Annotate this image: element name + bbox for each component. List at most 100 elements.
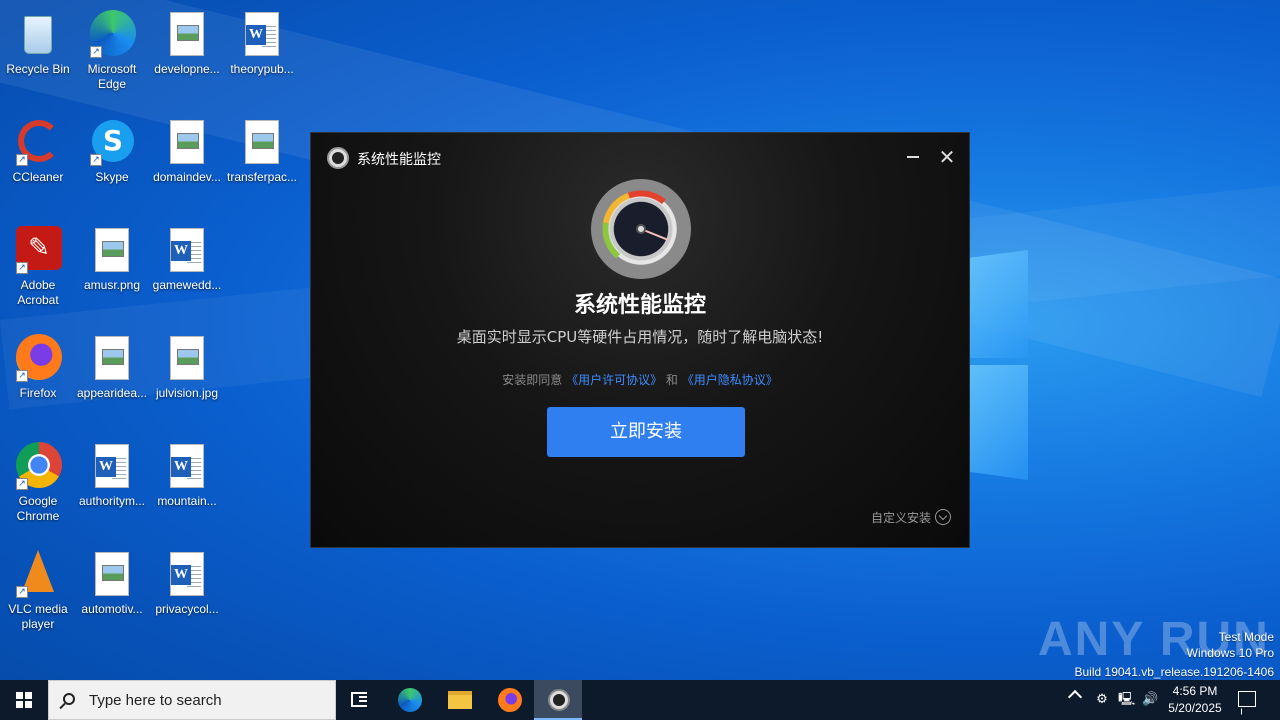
taskbar-clock[interactable]: 4:56 PM 5/20/2025 [1166, 683, 1224, 717]
image-icon [88, 550, 136, 598]
desktop-icon-label: Skype [95, 170, 129, 184]
desktop-icon[interactable]: ↗ CCleaner [0, 112, 76, 212]
install-now-button[interactable]: 立即安装 [547, 407, 745, 457]
edge-icon [398, 688, 422, 712]
privacy-agreement-link[interactable]: 《用户隐私协议》 [682, 373, 778, 387]
search-icon [63, 693, 75, 705]
clock-time: 4:56 PM [1172, 684, 1218, 698]
chevron-down-circle-icon[interactable] [935, 509, 951, 525]
agreement-and: 和 [665, 373, 678, 387]
desktop-icon-label: Firefox [19, 386, 57, 400]
taskbar-edge[interactable] [386, 680, 434, 720]
desktop-icon-label: authoritym... [78, 494, 146, 508]
desktop-icon[interactable]: transferpac... [224, 112, 300, 212]
close-icon: ✕ [938, 145, 956, 169]
close-button[interactable]: ✕ [935, 145, 959, 169]
minimize-button[interactable] [901, 145, 925, 169]
desktop-icon[interactable]: S ↗ Skype [74, 112, 150, 212]
speedometer-icon [591, 179, 691, 279]
build-text: Build 19041.vb_release.191206-1406 [1074, 665, 1275, 679]
notification-center-icon[interactable] [1238, 691, 1256, 707]
chrome-icon: ↗ [14, 442, 62, 490]
agreement-prefix: 安装即同意 [502, 373, 563, 387]
folder-icon [448, 691, 472, 709]
desktop-icon-label: theorypub... [230, 62, 294, 76]
image-icon [163, 118, 211, 166]
skype-icon: S ↗ [88, 118, 136, 166]
desktop-icon-label: domaindev... [153, 170, 221, 184]
desktop-icon[interactable]: Wgamewedd... [149, 220, 225, 320]
clock-date: 5/20/2025 [1168, 701, 1222, 715]
app-tray-icon[interactable]: ⚙ [1094, 692, 1110, 708]
image-icon [163, 334, 211, 382]
desktop-icon-label: developne... [154, 62, 220, 76]
image-icon [163, 10, 211, 58]
volume-icon[interactable]: 🔊 [1142, 692, 1158, 708]
start-button[interactable] [0, 680, 48, 720]
desktop-icon-label: CCleaner [12, 170, 64, 184]
desktop-icon-label: automotiv... [81, 602, 143, 616]
desktop-icon[interactable]: ↗ Google Chrome [0, 436, 76, 536]
desktop-icon[interactable]: ↗ Firefox [0, 328, 76, 428]
desktop-icon-label: amusr.png [83, 278, 141, 292]
desktop-icon[interactable]: developne... [149, 4, 225, 104]
desktop-icon[interactable]: ↗ Microsoft Edge [74, 4, 150, 104]
word-icon: W [88, 442, 136, 490]
ccleaner-icon: ↗ [14, 118, 62, 166]
windows-start-icon [16, 692, 32, 708]
image-icon [238, 118, 286, 166]
license-agreement-link[interactable]: 《用户许可协议》 [566, 373, 662, 387]
desktop-icon[interactable]: julvision.jpg [149, 328, 225, 428]
desktop-icon[interactable]: amusr.png [74, 220, 150, 320]
word-icon: W [163, 226, 211, 274]
desktop-icon[interactable]: Wauthoritym... [74, 436, 150, 536]
task-view-button[interactable] [336, 680, 384, 720]
desktop-icon-label: gamewedd... [152, 278, 222, 292]
taskbar: Type here to search ⚙ 🖳 🔊 4:56 PM 5/20/2… [0, 680, 1280, 720]
word-icon: W [238, 10, 286, 58]
installer-window: 系统性能监控 ✕ 系统性能监控 桌面实时显示CPU等硬件占用情况，随时了解电脑状… [310, 132, 970, 548]
vlc-icon: ↗ [14, 550, 62, 598]
desktop-icon-label: privacycol... [155, 602, 219, 616]
desktop-icon[interactable]: Wmountain... [149, 436, 225, 536]
desktop-icon-label: Google Chrome [16, 494, 60, 523]
firefox-icon [498, 688, 522, 712]
firefox-icon: ↗ [14, 334, 62, 382]
desktop-icon-label: Adobe Acrobat [17, 278, 59, 307]
desktop-icon-label: transferpac... [226, 170, 298, 184]
taskbar-firefox[interactable] [486, 680, 534, 720]
taskbar-search-box[interactable]: Type here to search [48, 680, 336, 720]
show-hidden-icons-chevron-icon[interactable] [1067, 689, 1083, 705]
task-view-icon [351, 692, 367, 707]
window-title: 系统性能监控 [357, 152, 441, 168]
desktop-icon[interactable]: ↗ VLC media player [0, 544, 76, 644]
desktop-icon[interactable]: automotiv... [74, 544, 150, 644]
desktop-icon[interactable]: Wtheorypub... [224, 4, 300, 104]
test-mode-text: Test Mode [1218, 630, 1274, 644]
image-icon [88, 226, 136, 274]
custom-install-link[interactable]: 自定义安装 [871, 509, 931, 526]
taskbar-system-monitor[interactable] [534, 680, 582, 720]
windows-edition-text: Windows 10 Pro [1186, 646, 1274, 660]
desktop-icon[interactable]: domaindev... [149, 112, 225, 212]
desktop-icon-label: mountain... [157, 494, 217, 508]
desktop-icon-label: VLC media player [8, 602, 68, 631]
acrobat-icon: ✎ ↗ [14, 226, 62, 274]
desktop-icon[interactable]: ✎ ↗ Adobe Acrobat [0, 220, 76, 320]
desktop-icon-label: appearidea... [76, 386, 148, 400]
desktop-icon[interactable]: Recycle Bin [0, 4, 76, 104]
desktop-icon-label: Microsoft Edge [87, 62, 137, 91]
desktop-icon[interactable]: appearidea... [74, 328, 150, 428]
speedometer-icon [548, 689, 570, 711]
agreement-line: 安装即同意 《用户许可协议》 和 《用户隐私协议》 [311, 371, 969, 388]
search-placeholder: Type here to search [89, 692, 222, 709]
taskbar-file-explorer[interactable] [436, 680, 484, 720]
recycle-bin-icon [14, 10, 62, 58]
desktop-icon-label: julvision.jpg [155, 386, 219, 400]
desktop-icon-label: Recycle Bin [6, 62, 70, 76]
network-icon[interactable]: 🖳 [1118, 692, 1135, 708]
title-bar[interactable]: 系统性能监控 ✕ [311, 133, 969, 181]
app-logo-icon [327, 147, 349, 169]
edge-icon: ↗ [88, 10, 136, 58]
desktop-icon[interactable]: Wprivacycol... [149, 544, 225, 644]
